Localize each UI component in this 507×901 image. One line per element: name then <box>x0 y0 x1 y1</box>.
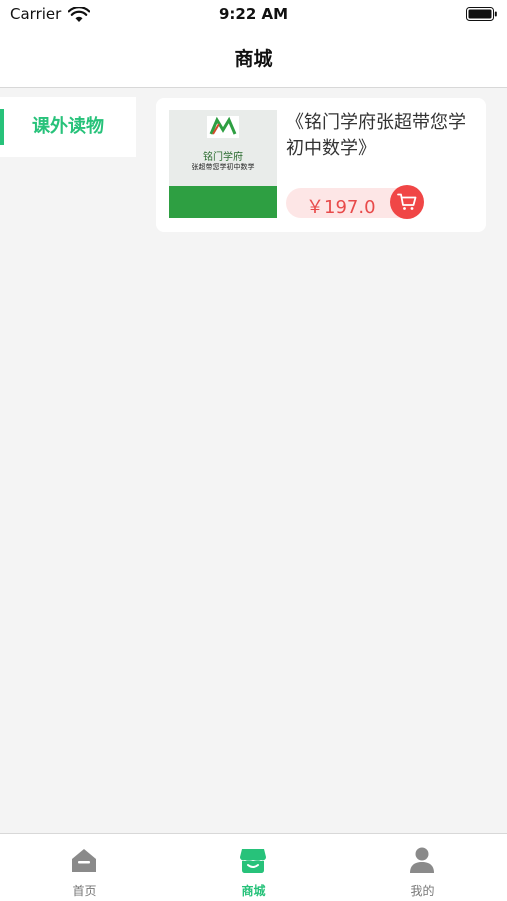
product-cover-image[interactable]: 铭门学府 张超带您学初中数学 <box>169 110 277 218</box>
status-bar: Carrier 9:22 AM <box>0 0 507 30</box>
product-card[interactable]: 铭门学府 张超带您学初中数学 《铭门学府张超带您学初中数学》 ￥197.0 <box>156 98 486 232</box>
tab-bar: 首页 商城 我的 <box>0 833 507 901</box>
product-title: 《铭门学府张超带您学初中数学》 <box>286 112 466 159</box>
user-icon <box>410 847 434 873</box>
shop-icon <box>240 849 266 873</box>
tab-label-home: 首页 <box>72 884 97 898</box>
nav-bar: 商城 <box>0 30 507 88</box>
tab-label-shop: 商城 <box>241 884 266 898</box>
cover-title: 铭门学府 <box>203 152 243 163</box>
tab-profile[interactable]: 我的 <box>338 834 507 901</box>
publisher-logo-icon <box>207 116 239 138</box>
battery-icon <box>466 7 497 21</box>
product-list: 铭门学府 张超带您学初中数学 《铭门学府张超带您学初中数学》 ￥197.0 <box>136 88 507 833</box>
tab-label-profile: 我的 <box>410 884 435 898</box>
content-area: 课外读物 铭门学府 张超带您学初中数学 《铭门学府张超带您学初中数学》 ￥197… <box>0 88 507 833</box>
tab-shop[interactable]: 商城 <box>169 834 338 901</box>
product-price: ￥197.0 <box>306 197 376 218</box>
clock: 9:22 AM <box>218 5 289 23</box>
cover-subtitle: 张超带您学初中数学 <box>191 163 255 171</box>
cover-green-band <box>169 186 277 218</box>
category-sidebar: 课外读物 <box>0 88 136 833</box>
category-label: 课外读物 <box>32 116 104 137</box>
cart-icon <box>397 193 417 210</box>
add-to-cart-button[interactable] <box>390 185 424 219</box>
home-icon <box>72 849 96 872</box>
tab-home[interactable]: 首页 <box>0 834 169 901</box>
category-item-extracurricular[interactable]: 课外读物 <box>0 97 136 157</box>
page-title: 商城 <box>234 48 273 70</box>
